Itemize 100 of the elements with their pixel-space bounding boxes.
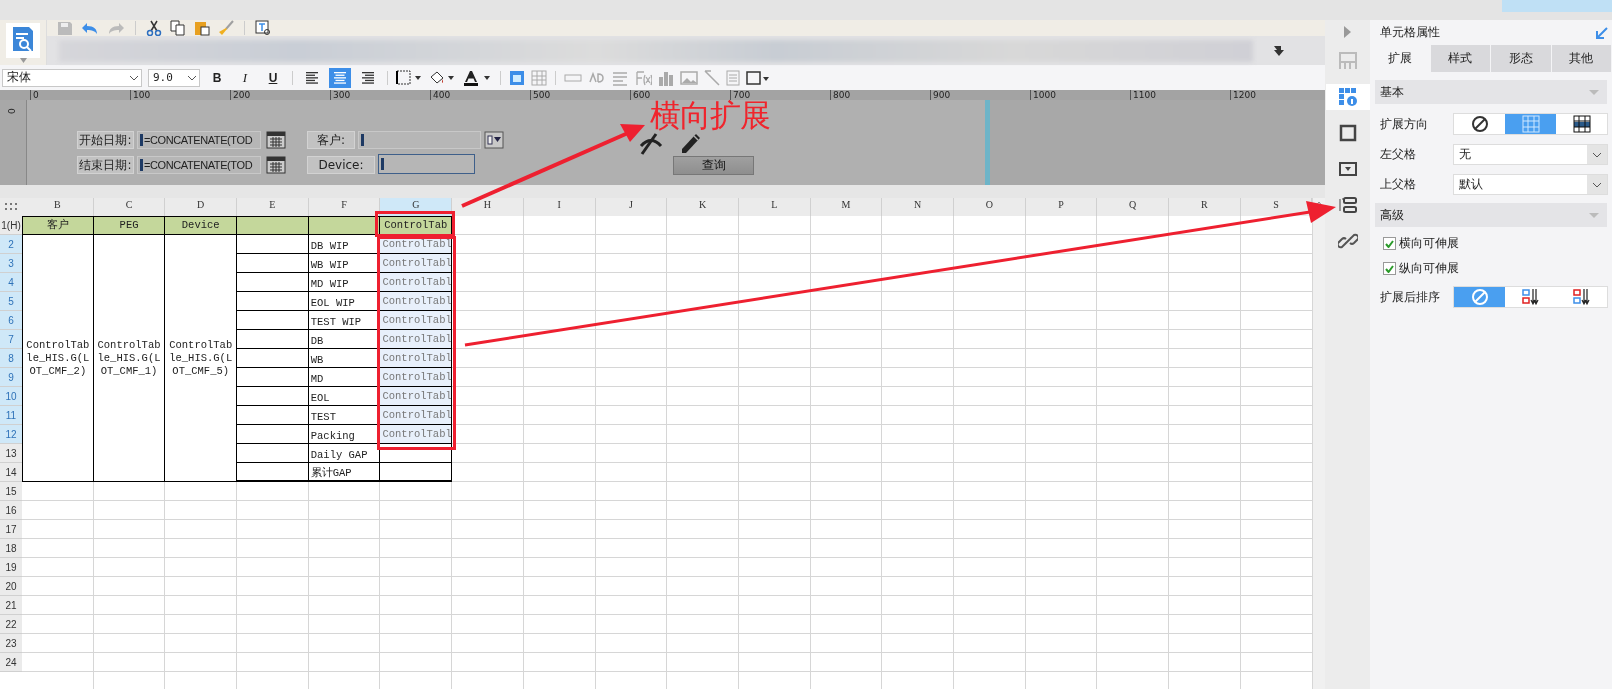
row-number[interactable]: 11	[0, 406, 22, 425]
expand-arrow-icon[interactable]	[1343, 26, 1352, 38]
undo-icon[interactable]	[81, 21, 99, 35]
column-header[interactable]: E	[237, 198, 309, 216]
tab[interactable]: 其他	[1551, 45, 1612, 72]
row-number[interactable]: 23	[0, 634, 22, 653]
brush-icon[interactable]	[218, 20, 234, 36]
cut-icon[interactable]	[146, 20, 162, 36]
row-number[interactable]: 21	[0, 596, 22, 615]
align-icon	[333, 71, 347, 84]
row-number[interactable]: 3	[0, 254, 22, 273]
table-cell: 累计GAP	[308, 463, 381, 482]
cell-picture-icon[interactable]	[509, 69, 525, 86]
column-header[interactable]: P	[1025, 198, 1098, 216]
tab[interactable]: 形态	[1491, 45, 1552, 72]
column-header[interactable]: O	[953, 198, 1026, 216]
row-number[interactable]: 13	[0, 444, 22, 463]
row-number[interactable]: 5	[0, 292, 22, 311]
column-header[interactable]: R	[1169, 198, 1241, 216]
row-number[interactable]: 16	[0, 501, 22, 520]
field-label: 结束日期:	[77, 156, 134, 174]
font-select[interactable]: 宋体	[2, 68, 142, 87]
row-number[interactable]: 9	[0, 368, 22, 387]
table-cell: Device	[165, 216, 238, 235]
column-header[interactable]: B	[22, 198, 94, 216]
checkbox[interactable]	[1383, 262, 1396, 275]
bar-chart-icon[interactable]	[658, 69, 674, 86]
column-header[interactable]: N	[882, 198, 954, 216]
row-number[interactable]: 2	[0, 235, 22, 254]
no-sort-button[interactable]	[1454, 287, 1505, 307]
cell-properties-button[interactable]	[1325, 84, 1370, 110]
copy-icon[interactable]	[170, 20, 186, 36]
row-number[interactable]: 17	[0, 520, 22, 539]
text-search-icon[interactable]	[255, 20, 271, 36]
column-header[interactable]: M	[810, 198, 883, 216]
query-button[interactable]: 查询	[673, 156, 754, 175]
document-search-icon[interactable]	[12, 26, 34, 52]
grid-dots-icon[interactable]	[5, 203, 17, 211]
row-number[interactable]: 12	[0, 425, 22, 444]
row-number[interactable]: 14	[0, 463, 22, 482]
row-number[interactable]: 7	[0, 330, 22, 349]
row-number[interactable]: 15	[0, 482, 22, 501]
row-number[interactable]: 4	[0, 273, 22, 292]
border-icon[interactable]	[396, 69, 422, 86]
table-cell: ControlTabl	[380, 311, 453, 330]
dropdown-icon[interactable]	[484, 131, 504, 149]
calendar-icon[interactable]	[266, 155, 286, 174]
calendar-icon[interactable]	[266, 130, 286, 149]
underline-button[interactable]: U	[262, 67, 284, 88]
column-header[interactable]: K	[667, 198, 739, 216]
bold-button[interactable]: B	[206, 67, 228, 88]
column-header[interactable]: C	[93, 198, 166, 216]
column-header[interactable]: D	[165, 198, 238, 216]
column-header[interactable]: H	[452, 198, 524, 216]
field-label: 上父格	[1380, 176, 1416, 193]
paste-icon[interactable]	[194, 20, 210, 36]
row-number[interactable]: 19	[0, 558, 22, 577]
eye-slash-icon[interactable]	[639, 132, 663, 155]
date-field[interactable]: =CONCATENATE(TOD	[137, 156, 261, 174]
date-field[interactable]: =CONCATENATE(TOD	[137, 131, 261, 149]
section-header[interactable]: 高级	[1375, 203, 1607, 227]
caret-icon	[1589, 212, 1599, 218]
collapse-icon[interactable]	[1273, 44, 1285, 57]
select-field[interactable]: 默认	[1453, 174, 1608, 195]
font-color-icon[interactable]	[462, 69, 492, 86]
caret-icon	[1589, 89, 1599, 95]
row-number[interactable]: 20	[0, 577, 22, 596]
column-header[interactable]: Q	[1097, 198, 1169, 216]
select-field[interactable]: 无	[1453, 144, 1608, 165]
customer-field[interactable]	[358, 131, 481, 149]
column-header[interactable]: J	[595, 198, 668, 216]
align-center-button[interactable]	[329, 67, 351, 88]
row-number[interactable]: 1(H)	[0, 216, 22, 235]
row-number[interactable]: 24	[0, 653, 22, 672]
pencil-icon[interactable]	[679, 132, 703, 155]
fill-color-icon[interactable]	[428, 69, 456, 86]
column-header[interactable]: F	[308, 198, 381, 216]
italic-button[interactable]: I	[234, 67, 256, 88]
arrow-icon[interactable]	[1596, 26, 1608, 39]
field-label: 扩展后排序	[1380, 288, 1440, 306]
checkbox-label: 纵向可伸展	[1399, 260, 1459, 277]
device-field[interactable]	[378, 154, 475, 174]
row-number[interactable]: 6	[0, 311, 22, 330]
formula-icon[interactable]	[634, 69, 652, 86]
checkbox[interactable]	[1383, 237, 1396, 250]
segmented-control[interactable]	[1453, 113, 1608, 135]
section-header[interactable]: 基本	[1375, 80, 1607, 104]
row-number[interactable]: 8	[0, 349, 22, 368]
column-header[interactable]: I	[523, 198, 596, 216]
tab[interactable]: 样式	[1430, 45, 1491, 72]
check-icon	[1385, 239, 1394, 248]
row-number[interactable]: 10	[0, 387, 22, 406]
frame-icon[interactable]	[746, 69, 770, 86]
image-icon[interactable]	[680, 69, 698, 86]
table-cell: ControlTabl	[380, 425, 453, 444]
slash-cell-icon[interactable]	[704, 69, 720, 86]
column-header[interactable]: L	[738, 198, 811, 216]
row-number[interactable]: 18	[0, 539, 22, 558]
row-number[interactable]: 22	[0, 615, 22, 634]
font-size-select[interactable]: 9.0	[148, 68, 200, 87]
